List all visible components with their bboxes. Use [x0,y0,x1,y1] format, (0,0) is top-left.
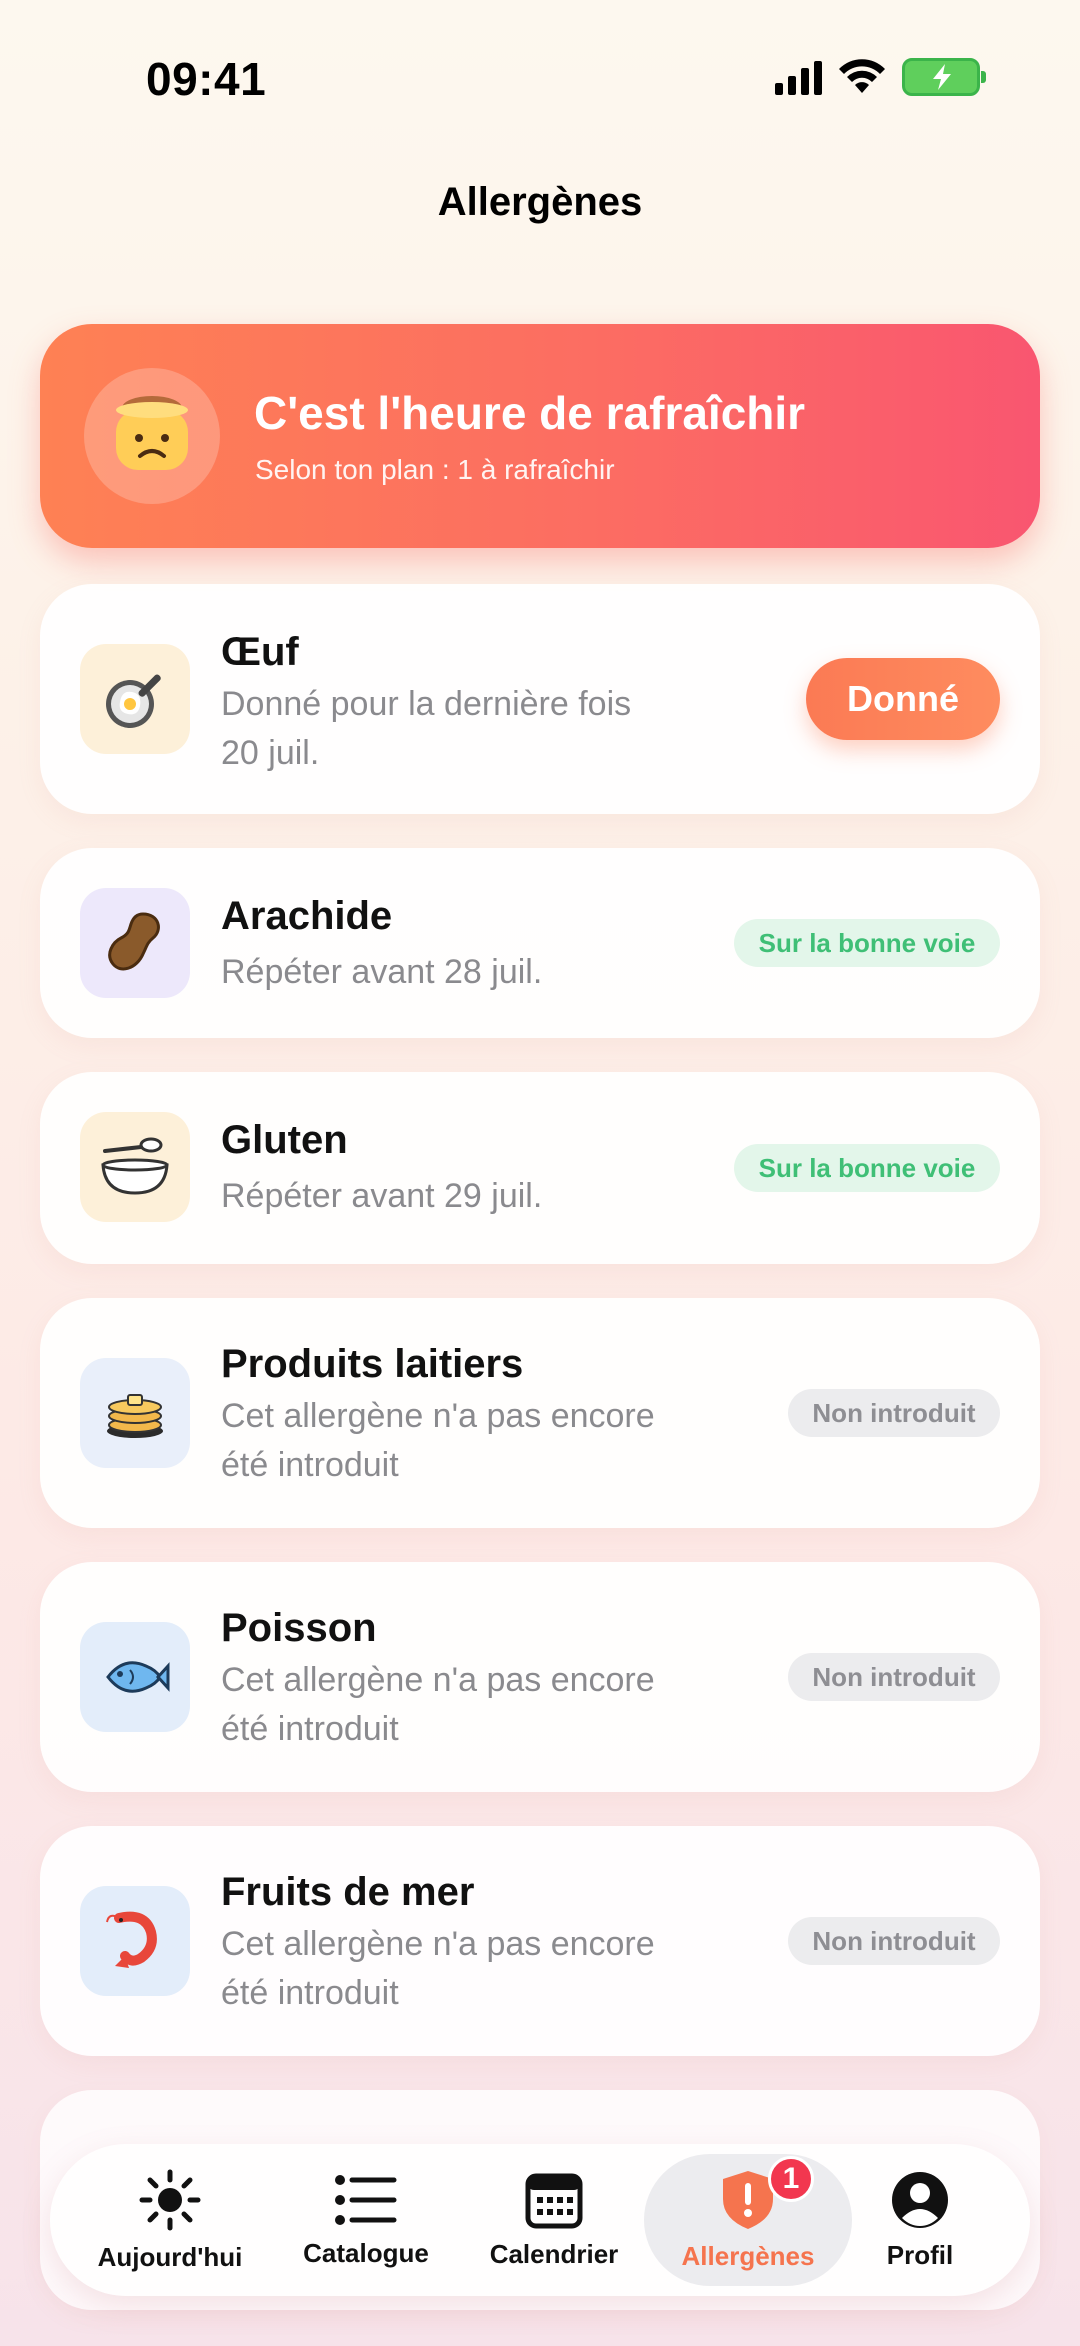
allergen-description: Répéter avant 28 juil. [221,953,543,991]
status-badge: Non introduit [788,1917,1000,1965]
calendar-icon [525,2173,583,2228]
status-badge: Non introduit [788,1389,1000,1437]
profile-icon [892,2171,948,2228]
allergen-card-seafood[interactable]: Fruits de mer Cet allergène n'a pas enco… [40,1826,1040,2056]
tab-label: Profil [886,2239,954,2270]
tab-today[interactable]: Aujourd'hui [90,2144,250,2296]
tab-bar: Aujourd'hui Catalogue Calendrier Allergè… [50,2144,1030,2296]
status-badge: Sur la bonne voie [734,1144,1000,1192]
allergen-card-peanut[interactable]: Arachide Répéter avant 28 juil. Sur la b… [40,848,1040,1038]
status-bar: 09:41 [0,0,1080,150]
battery-icon [902,58,986,96]
tab-label: Catalogue [303,2237,429,2268]
allergen-name: Arachide [221,894,393,938]
sun-icon [139,2169,201,2230]
allergen-description: Donné pour la dernière fois 20 juil. [221,680,721,778]
allergen-description: Répéter avant 29 juil. [221,1177,543,1215]
frying-pan-egg-icon [80,644,190,754]
bowl-spoon-icon [80,1112,190,1222]
wifi-icon [839,59,885,93]
status-icons [775,58,986,96]
description-line: Cet allergène n'a pas encore [221,1661,655,1699]
shield-alert-icon [723,2170,773,2229]
sad-face-icon [84,368,220,504]
allergen-card-dairy[interactable]: Produits laitiers Cet allergène n'a pas … [40,1298,1040,1528]
tab-calendar[interactable]: Calendrier [474,2144,634,2296]
allergen-name: Fruits de mer [221,1870,475,1914]
tab-profile[interactable]: Profil [850,2144,990,2296]
peanut-icon [80,888,190,998]
tab-label: Aujourd'hui [97,2241,243,2272]
cellular-signal-icon [775,59,822,95]
description-line: Donné pour la dernière fois [221,685,632,723]
status-badge: Non introduit [788,1653,1000,1701]
description-line: Cet allergène n'a pas encore [221,1925,655,1963]
tab-label: Allergènes [681,2240,815,2271]
done-button[interactable]: Donné [806,658,1000,740]
description-line: été introduit [221,1974,399,2012]
status-badge: Sur la bonne voie [734,919,1000,967]
description-line: 20 juil. [221,734,320,772]
allergen-description: Cet allergène n'a pas encore été introdu… [221,1392,721,1490]
description-line: Cet allergène n'a pas encore [221,1397,655,1435]
tab-catalogue[interactable]: Catalogue [286,2144,446,2296]
allergen-name: Œuf [221,630,299,674]
allergen-card-egg[interactable]: Œuf Donné pour la dernière fois 20 juil.… [40,584,1040,814]
allergen-name: Produits laitiers [221,1342,524,1386]
status-time: 09:41 [146,53,267,105]
allergen-card-gluten[interactable]: Gluten Répéter avant 29 juil. Sur la bon… [40,1072,1040,1264]
tab-label: Calendrier [489,2238,619,2269]
fish-icon [80,1622,190,1732]
allergen-name: Gluten [221,1118,348,1162]
page-title: Allergènes [437,180,643,224]
allergen-name: Poisson [221,1606,377,1650]
description-line: été introduit [221,1710,399,1748]
allergen-description: Cet allergène n'a pas encore été introdu… [221,1656,721,1754]
description-line: été introduit [221,1446,399,1484]
refresh-banner[interactable]: C'est l'heure de rafraîchir Selon ton pl… [40,324,1040,548]
pancakes-icon [80,1358,190,1468]
list-icon [335,2174,397,2225]
shrimp-icon [80,1886,190,1996]
banner-subtitle: Selon ton plan : 1 à rafraîchir [255,454,615,485]
allergen-description: Cet allergène n'a pas encore été introdu… [221,1920,721,2018]
banner-title: C'est l'heure de rafraîchir [254,387,806,439]
notification-badge: 1 [768,2156,814,2202]
allergen-card-fish[interactable]: Poisson Cet allergène n'a pas encore été… [40,1562,1040,1792]
